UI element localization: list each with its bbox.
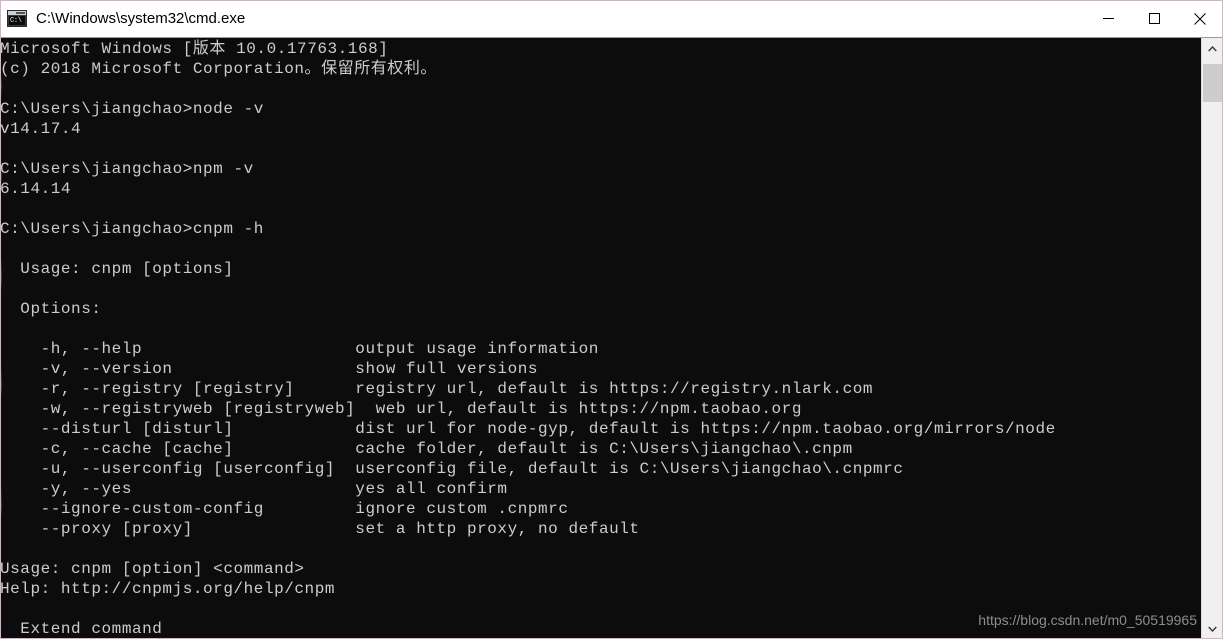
window-title: C:\Windows\system32\cmd.exe <box>36 10 246 27</box>
title-bar-left: C:\ C:\Windows\system32\cmd.exe <box>0 10 1085 27</box>
scrollbar-thumb[interactable] <box>1203 64 1223 102</box>
close-icon <box>1194 12 1206 25</box>
console-scrollbar[interactable] <box>1201 38 1223 639</box>
title-bar[interactable]: C:\ C:\Windows\system32\cmd.exe <box>0 0 1223 38</box>
cmd-icon-screen: C:\ <box>9 16 25 25</box>
maximize-button[interactable] <box>1131 0 1177 37</box>
terminal-text: Microsoft Windows [版本 10.0.17763.168] (c… <box>0 40 1056 638</box>
minimize-icon <box>1102 18 1114 19</box>
maximize-icon <box>1148 13 1160 24</box>
cmd-icon-titlebar <box>8 11 26 15</box>
minimize-button[interactable] <box>1085 0 1131 37</box>
scroll-down-button[interactable] <box>1202 618 1223 639</box>
close-button[interactable] <box>1177 0 1223 37</box>
console-output-area[interactable]: Microsoft Windows [版本 10.0.17763.168] (c… <box>0 38 1223 639</box>
chevron-up-icon <box>1208 45 1217 51</box>
cmd-console-icon: C:\ <box>7 10 27 27</box>
cmd-window: C:\ C:\Windows\system32\cmd.exe Microsof… <box>0 0 1223 639</box>
chevron-down-icon <box>1208 626 1217 632</box>
scroll-up-button[interactable] <box>1202 38 1223 59</box>
window-controls <box>1085 0 1223 37</box>
